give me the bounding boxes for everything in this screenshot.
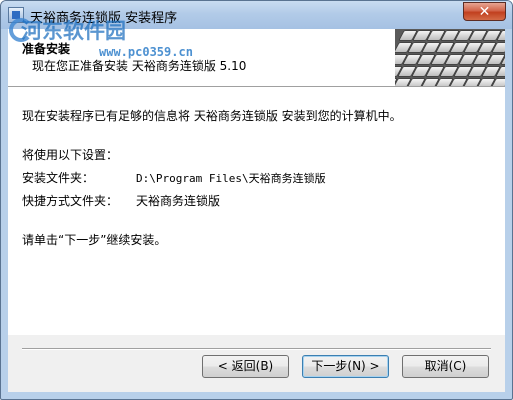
keyboard-image — [395, 29, 505, 86]
close-button[interactable]: ✕ — [463, 2, 506, 21]
next-button[interactable]: 下一步(N) > — [302, 355, 389, 378]
cancel-button[interactable]: 取消(C) — [402, 355, 489, 378]
close-icon: ✕ — [478, 4, 491, 20]
installer-window: 天裕商务连锁版 安装程序 ✕ 准备安装 现在您正准备安装 天裕商务连锁版 5.1… — [0, 0, 513, 400]
watermark-url: www.pc0359.cn — [99, 45, 193, 59]
intro-text: 现在安装程序已有足够的信息将 天裕商务连锁版 安装到您的计算机中。 — [22, 109, 402, 123]
shortcut-folder-label: 快捷方式文件夹： — [22, 194, 119, 208]
button-separator — [22, 348, 491, 350]
page-subtitle: 现在您正准备安装 天裕商务连锁版 5.10 — [32, 59, 247, 73]
shortcut-folder-value: 天裕商务连锁版 — [136, 194, 221, 208]
wizard-page: 准备安装 现在您正准备安装 天裕商务连锁版 5.10 现在安装程序已有足够的信息… — [8, 29, 505, 392]
install-folder-value: D:\Program Files\天裕商务连锁版 — [136, 172, 326, 185]
install-folder-label: 安装文件夹： — [22, 171, 95, 185]
settings-heading: 将使用以下设置： — [22, 148, 119, 162]
watermark-text: 河东软件园 — [21, 18, 126, 43]
continue-hint: 请单击“下一步”继续安装。 — [22, 233, 167, 247]
wizard-body: 现在安装程序已有足够的信息将 天裕商务连锁版 安装到您的计算机中。 将使用以下设… — [8, 87, 505, 335]
back-button[interactable]: < 返回(B) — [202, 355, 289, 378]
